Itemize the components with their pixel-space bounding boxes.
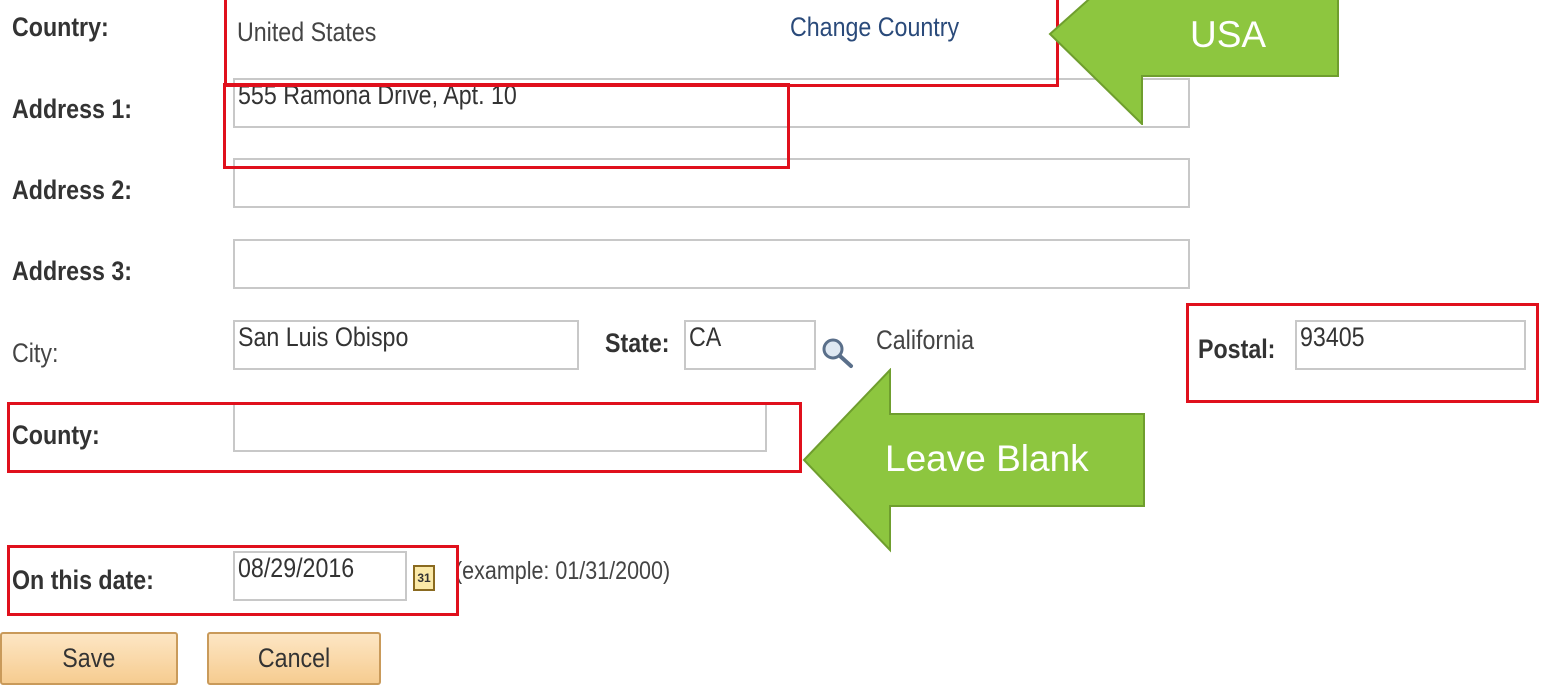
address3-input[interactable] — [233, 239, 1190, 289]
address1-label: Address 1: — [12, 94, 133, 124]
postal-value: 93405 — [1300, 322, 1365, 352]
calendar-icon[interactable]: 31 — [413, 565, 435, 591]
state-value: CA — [689, 322, 722, 352]
address2-label: Address 2: — [12, 175, 133, 205]
address2-input[interactable] — [233, 158, 1190, 208]
address3-label: Address 3: — [12, 256, 133, 286]
date-value: 08/29/2016 — [238, 553, 355, 583]
usa-callout-text: USA — [1190, 14, 1267, 55]
change-country-link[interactable]: Change Country — [790, 12, 959, 43]
city-input[interactable]: San Luis Obispo — [233, 320, 579, 370]
postal-label: Postal: — [1198, 334, 1276, 364]
city-label: City: — [12, 338, 59, 368]
date-input[interactable]: 08/29/2016 — [233, 551, 407, 601]
state-input[interactable]: CA — [684, 320, 816, 370]
state-label: State: — [605, 328, 670, 358]
county-input[interactable] — [233, 402, 767, 452]
date-example: (example: 01/31/2000) — [455, 557, 671, 585]
country-value: United States — [237, 17, 377, 47]
county-label: County: — [12, 420, 100, 450]
cancel-button[interactable]: Cancel — [207, 632, 381, 685]
county-callout-text: Leave Blank — [885, 438, 1089, 479]
state-name: California — [876, 325, 975, 355]
save-button[interactable]: Save — [0, 632, 178, 685]
date-label: On this date: — [12, 565, 154, 595]
city-value: San Luis Obispo — [238, 322, 409, 352]
magnifier-icon[interactable] — [818, 334, 858, 370]
country-label: Country: — [12, 12, 109, 42]
postal-input[interactable]: 93405 — [1295, 320, 1526, 370]
address1-value: 555 Ramona Drive, Apt. 10 — [238, 80, 517, 110]
